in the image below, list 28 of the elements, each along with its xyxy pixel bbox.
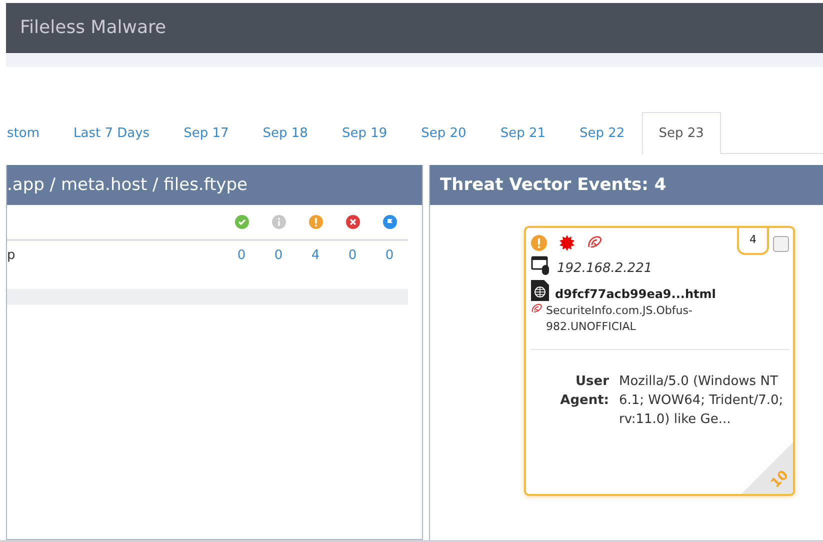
count-link[interactable]: 4 bbox=[297, 248, 334, 262]
warning-icon bbox=[308, 215, 322, 229]
count-link[interactable]: 0 bbox=[223, 248, 260, 262]
file-name: d9fcf77acb99ea9...html bbox=[555, 287, 716, 301]
select-checkbox[interactable] bbox=[773, 236, 789, 252]
web-file-icon bbox=[531, 280, 549, 301]
swirl-icon bbox=[531, 303, 543, 315]
error-icon bbox=[346, 215, 360, 229]
page-title: Fileless Malware bbox=[20, 17, 166, 38]
panel-title: Threat Vector Events: 4 bbox=[430, 165, 823, 205]
ip-address: 192.168.2.221 bbox=[557, 261, 652, 276]
virus-icon bbox=[559, 235, 575, 251]
check-icon bbox=[234, 215, 248, 229]
flag-icon bbox=[382, 215, 396, 229]
info-icon bbox=[272, 215, 286, 229]
count-link[interactable]: 0 bbox=[371, 248, 408, 262]
browser-mouse-icon bbox=[531, 256, 551, 276]
count-link[interactable]: 0 bbox=[260, 248, 297, 262]
field-value: Mozilla/5.0 (Windows NT 6.1; WOW64; Trident/7.0; rv:11.0) like Ge... bbox=[619, 373, 784, 429]
date-tab[interactable]: Sep 23 bbox=[642, 112, 721, 154]
field-label: User Agent: bbox=[559, 373, 609, 410]
count-tag: 4 bbox=[737, 228, 769, 255]
panel-title: .app / meta.host / files.ftype bbox=[7, 165, 422, 205]
score: 10 bbox=[768, 468, 792, 492]
detection-name: SecuriteInfo.com.JS.Obfus-982.UNOFFICIAL bbox=[546, 303, 694, 335]
warning-icon bbox=[531, 235, 547, 251]
count-link[interactable]: 0 bbox=[334, 248, 371, 262]
row-label: p bbox=[7, 246, 16, 264]
